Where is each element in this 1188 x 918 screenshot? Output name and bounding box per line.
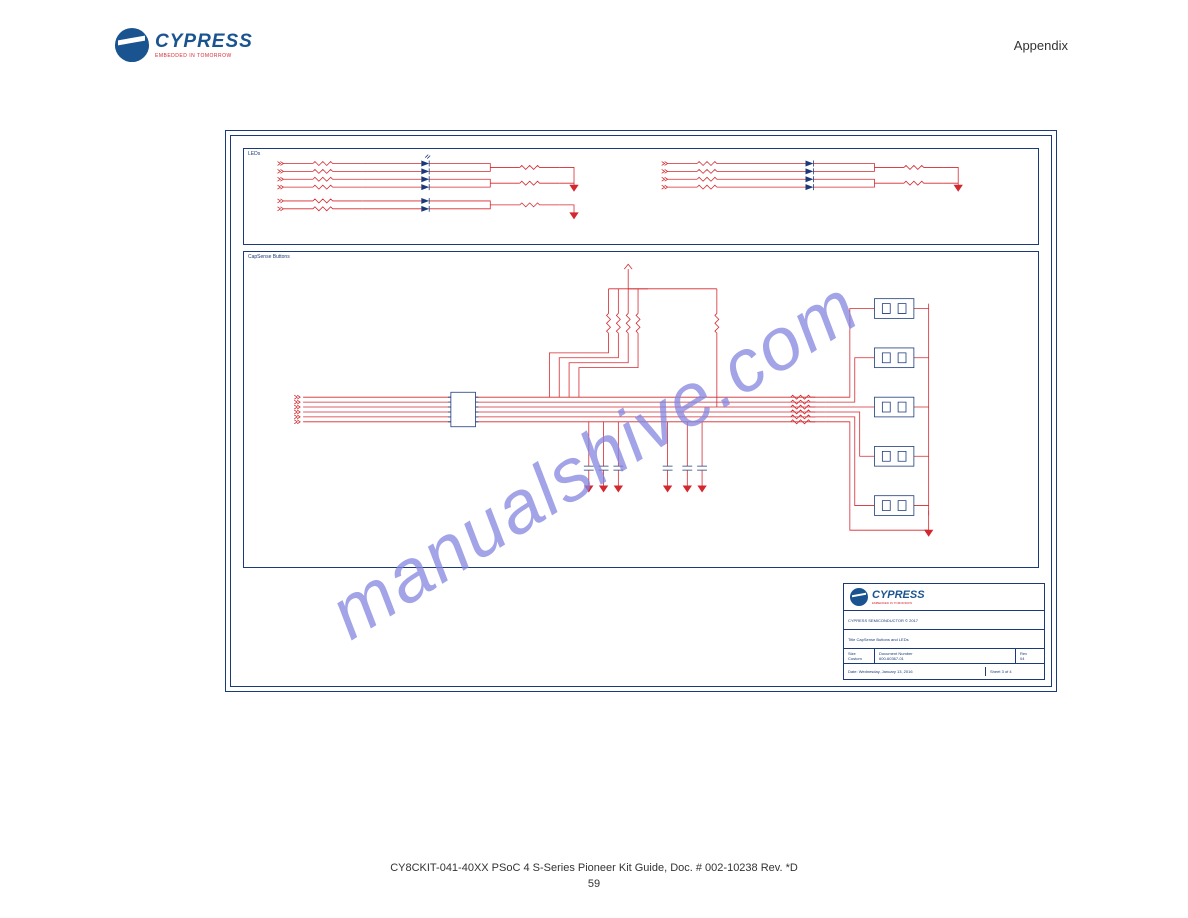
tb-date-cell: Date: Wednesday, January 13, 2016 — [844, 667, 986, 676]
tb-logo-tagline: EMBEDDED IN TOMORROW — [872, 601, 925, 605]
tb-title-label: Title — [848, 637, 855, 642]
page-header: Appendix — [1014, 38, 1068, 53]
footer-page: 59 — [0, 878, 1188, 890]
tb-rev-cell: Rev 04 — [1016, 649, 1044, 663]
logo-tagline: EMBEDDED IN TOMORROW — [155, 53, 253, 59]
footer: CY8CKIT-041-40XX PSoC 4 S-Series Pioneer… — [0, 862, 1188, 890]
logo-name: CYPRESS — [155, 31, 253, 53]
title-block: CYPRESS EMBEDDED IN TOMORROW CYPRESS SEM… — [843, 583, 1045, 680]
titleblock-logo-row: CYPRESS EMBEDDED IN TOMORROW — [844, 584, 1044, 611]
schematic-frame: LEDs — [225, 130, 1057, 692]
tb-title-row: Title CapSense Buttons and LEDs — [844, 630, 1044, 649]
tb-sheet-cell: Sheet 3 of 4 — [986, 667, 1044, 676]
tb-date-row: Date: Wednesday, January 13, 2016 Sheet … — [844, 664, 1044, 678]
logo-icon — [115, 28, 149, 62]
tb-title: CapSense Buttons and LEDs — [857, 637, 909, 642]
cypress-logo-header: CYPRESS EMBEDDED IN TOMORROW — [115, 28, 253, 62]
tb-doc-row: Size Custom Document Number 600-60367-01… — [844, 649, 1044, 664]
tb-logo-name: CYPRESS — [872, 589, 925, 601]
tb-docno-cell: Document Number 600-60367-01 — [875, 649, 1016, 663]
tb-size-cell: Size Custom — [844, 649, 875, 663]
leds-section: LEDs — [243, 148, 1039, 245]
frame-inner: LEDs — [230, 135, 1052, 687]
tb-address: CYPRESS SEMICONDUCTOR © 2017 — [844, 611, 1044, 630]
capsense-schematic — [244, 252, 1038, 567]
footer-text: CY8CKIT-041-40XX PSoC 4 S-Series Pioneer… — [390, 862, 798, 874]
capsense-section: CapSense Buttons — [243, 251, 1039, 568]
tb-logo-icon — [850, 588, 868, 606]
leds-schematic — [244, 149, 1038, 244]
